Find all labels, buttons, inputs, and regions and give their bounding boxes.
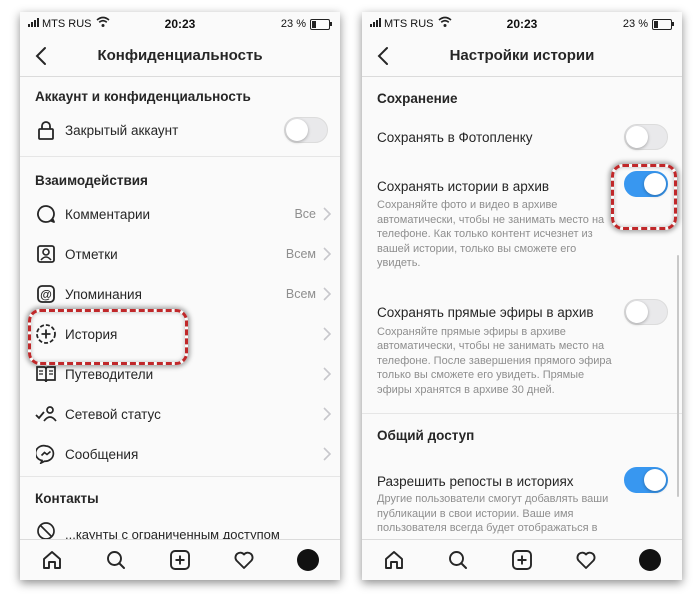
save-live-archive-toggle[interactable] xyxy=(624,298,668,325)
header: Настройки истории xyxy=(362,36,682,77)
chevron-right-icon xyxy=(323,407,332,421)
chevron-right-icon xyxy=(323,327,332,341)
chevron-right-icon xyxy=(323,447,332,461)
setting-label: Сохранять в Фотопленку xyxy=(377,129,533,145)
menu-item-messages[interactable]: Сообщения xyxy=(20,434,340,474)
battery-icon xyxy=(652,19,674,30)
save-stories-archive-row[interactable]: Сохранять истории в архив xyxy=(362,171,682,197)
menu-item-value: Все xyxy=(294,207,316,221)
home-icon[interactable] xyxy=(39,547,65,573)
comment-icon xyxy=(35,203,57,225)
allow-reshares-description: Другие пользователи смогут добавлять ваш… xyxy=(377,493,609,534)
menu-item-label: Комментарии xyxy=(65,206,151,222)
section-header-sharing: Общий доступ xyxy=(377,428,475,443)
svg-text:@: @ xyxy=(40,288,52,302)
menu-item-story[interactable]: История xyxy=(20,314,340,354)
section-header-saving: Сохранение xyxy=(377,91,458,106)
save-stories-archive-description: Сохраняйте фото и видео в архиве автомат… xyxy=(377,199,605,269)
save-stories-archive-toggle[interactable] xyxy=(624,171,668,197)
guide-book-icon xyxy=(35,363,57,385)
chevron-right-icon xyxy=(323,287,332,301)
menu-item-tags[interactable]: Отметки Всем xyxy=(20,234,340,274)
lock-icon xyxy=(35,119,57,141)
setting-label: Разрешить репосты в историях xyxy=(377,473,574,489)
setting-label: Сохранять прямые эфиры в архив xyxy=(377,305,594,320)
section-header-interactions: Взаимодействия xyxy=(35,173,148,188)
menu-item-label: Сетевой статус xyxy=(65,406,161,422)
menu-item-label: Путеводители xyxy=(65,366,154,382)
profile-avatar[interactable] xyxy=(637,547,663,573)
menu-item-label: Упоминания xyxy=(65,286,142,302)
menu-item-value: Всем xyxy=(285,287,316,301)
allow-reshares-toggle[interactable] xyxy=(624,467,668,493)
privacy-screen: MTS RUS 20:23 23 % Конфиденциальность Ак… xyxy=(20,12,340,580)
menu-item-value: Всем xyxy=(285,247,316,261)
heart-icon[interactable] xyxy=(573,547,599,573)
tag-person-icon xyxy=(35,243,57,265)
search-icon[interactable] xyxy=(103,547,129,573)
menu-item-comments[interactable]: Комментарии Все xyxy=(20,194,340,234)
save-to-camera-roll-toggle[interactable] xyxy=(624,124,668,150)
search-icon[interactable] xyxy=(445,547,471,573)
heart-icon[interactable] xyxy=(231,547,257,573)
menu-item-label: История xyxy=(65,326,118,342)
at-icon: @ xyxy=(35,283,57,305)
private-account-row[interactable]: Закрытый аккаунт xyxy=(20,110,340,150)
tab-bar xyxy=(20,539,340,580)
scrollbar[interactable] xyxy=(677,255,679,497)
story-add-icon xyxy=(35,323,57,345)
status-bar: MTS RUS 20:23 23 % xyxy=(20,12,340,36)
setting-label: Сохранять истории в архив xyxy=(377,178,550,194)
new-post-icon[interactable] xyxy=(509,547,535,573)
private-account-toggle[interactable] xyxy=(284,117,328,143)
menu-item-label: Отметки xyxy=(65,246,118,262)
save-live-archive-row[interactable]: Сохранять прямые эфиры в архив xyxy=(362,298,682,325)
home-icon[interactable] xyxy=(381,547,407,573)
menu-item-guides[interactable]: Путеводители xyxy=(20,354,340,394)
chevron-right-icon xyxy=(323,367,332,381)
story-settings-screen: MTS RUS 20:23 23 % Настройки истории Сох… xyxy=(362,12,682,580)
battery-icon xyxy=(310,19,332,30)
status-bar: MTS RUS 20:23 23 % xyxy=(362,12,682,36)
menu-item-mentions[interactable]: @ Упоминания Всем xyxy=(20,274,340,314)
new-post-icon[interactable] xyxy=(167,547,193,573)
section-header-contacts: Контакты xyxy=(35,491,99,506)
tab-bar xyxy=(362,539,682,580)
private-account-label: Закрытый аккаунт xyxy=(65,122,179,138)
header: Конфиденциальность xyxy=(20,36,340,77)
page-title: Настройки истории xyxy=(449,47,595,64)
menu-item-activity-status[interactable]: Сетевой статус xyxy=(20,394,340,434)
battery-percent: 23 % xyxy=(622,18,648,30)
save-live-archive-description: Сохраняйте прямые эфиры в архиве автомат… xyxy=(377,325,612,396)
battery-percent: 23 % xyxy=(280,18,306,30)
allow-reshares-row[interactable]: Разрешить репосты в историях xyxy=(362,467,682,493)
page-title: Конфиденциальность xyxy=(97,47,263,64)
profile-avatar[interactable] xyxy=(295,547,321,573)
chevron-right-icon xyxy=(323,207,332,221)
chevron-right-icon xyxy=(323,247,332,261)
section-header-account: Аккаунт и конфиденциальность xyxy=(35,89,251,104)
save-to-camera-roll-row[interactable]: Сохранять в Фотопленку xyxy=(362,124,682,150)
messenger-icon xyxy=(35,443,57,465)
menu-item-label: Сообщения xyxy=(65,446,139,462)
activity-status-icon xyxy=(35,403,57,425)
